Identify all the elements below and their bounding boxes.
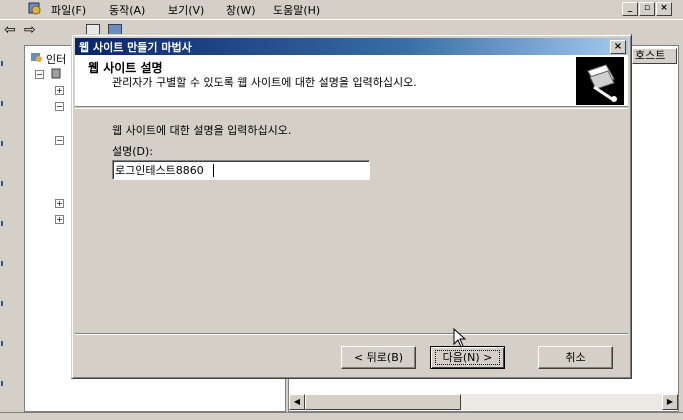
website-wizard-dialog: 웹 사이트 만들기 마법사 × 웹 사이트 설명 관리자가 구별할 수 있도록 … (71, 34, 632, 379)
mdi-close-button[interactable]: × (656, 2, 672, 16)
menu-help[interactable]: 도움말(H) (273, 2, 320, 18)
tree-expander[interactable]: − (35, 70, 44, 79)
scroll-left-icon[interactable]: ◀ (289, 394, 305, 410)
wizard-icon (576, 57, 624, 105)
close-button[interactable]: × (610, 40, 626, 54)
menu-file[interactable]: 파일(F) (51, 2, 86, 18)
back-button[interactable]: < 뒤로(B) (341, 346, 416, 369)
dialog-titlebar[interactable]: 웹 사이트 만들기 마법사 × (75, 38, 628, 55)
menu-bar: 파일(F) 동작(A) 보기(V) 창(W) 도움말(H) _ ▫ × (0, 0, 683, 19)
tree-expander[interactable]: − (55, 136, 64, 145)
focus-rect (435, 350, 500, 365)
scroll-right-icon[interactable]: ▶ (662, 394, 678, 410)
tree-expander[interactable]: − (55, 102, 64, 111)
scroll-thumb[interactable] (305, 394, 461, 410)
text-caret (213, 164, 214, 177)
menu-action[interactable]: 동작(A) (109, 2, 145, 18)
status-bar (0, 412, 683, 420)
back-arrow-icon[interactable]: ⇦ (4, 22, 16, 38)
menu-window[interactable]: 창(W) (226, 2, 256, 18)
header-subtitle: 관리자가 구별할 수 있도록 웹 사이트에 대한 설명을 입력하십시오. (112, 76, 417, 89)
description-label: 설명(D): (112, 145, 153, 158)
forward-arrow-icon[interactable]: ⇨ (24, 22, 36, 38)
mouse-cursor-icon (453, 328, 467, 348)
footer-divider (75, 333, 628, 335)
dialog-title: 웹 사이트 만들기 마법사 (79, 41, 192, 54)
left-edge (0, 41, 22, 420)
app-icon (28, 2, 41, 15)
prompt-text: 웹 사이트에 대한 설명을 입력하십시오. (112, 124, 292, 137)
tree-expander[interactable]: + (55, 215, 64, 224)
server-icon (51, 68, 61, 79)
mdi-minimize-button[interactable]: _ (622, 2, 638, 16)
menu-view[interactable]: 보기(V) (168, 2, 204, 18)
tree-expander[interactable]: + (55, 199, 64, 208)
next-button[interactable]: 다음(N) > (430, 346, 505, 369)
wizard-header: 웹 사이트 설명 관리자가 구별할 수 있도록 웹 사이트에 대한 설명을 입력… (75, 55, 628, 107)
description-input[interactable] (112, 160, 370, 180)
tree-root-label[interactable]: 인터 (46, 51, 66, 67)
horizontal-scrollbar[interactable]: ◀ ▶ (289, 394, 678, 410)
iis-root-icon (31, 53, 42, 62)
tree-expander[interactable]: + (55, 86, 64, 95)
column-header-host[interactable]: 호스트 (632, 48, 677, 64)
mdi-restore-button[interactable]: ▫ (639, 2, 655, 16)
cancel-button[interactable]: 취소 (538, 346, 613, 369)
